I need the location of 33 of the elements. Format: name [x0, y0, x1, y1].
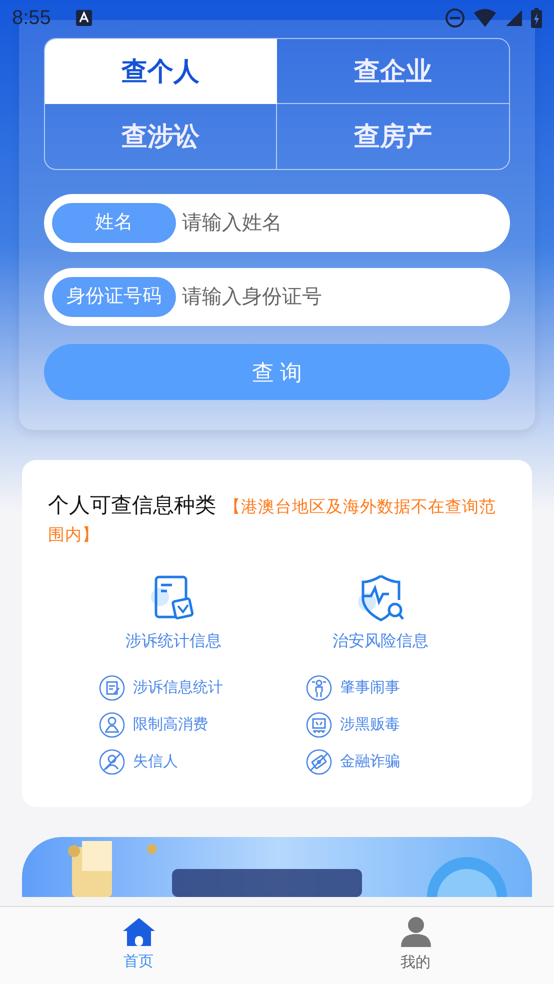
section-heading: 个人可查信息种类 【港澳台地区及海外数据不在查询范围内】: [48, 493, 497, 546]
banknote-crossed-icon: [306, 749, 332, 776]
info-item: 限制高消费: [133, 715, 208, 736]
category-label: 涉诉统计信息: [126, 632, 222, 652]
search-tab[interactable]: 查房产: [277, 104, 509, 169]
field-label: 姓名: [52, 203, 176, 243]
info-item: 涉诉信息统计: [133, 678, 223, 698]
info-item: 肇事闹事: [340, 678, 400, 698]
document-pen-icon: [99, 675, 125, 702]
input-field[interactable]: 身份证号码 请输入身份证号: [44, 268, 510, 326]
search-tab[interactable]: 查个人: [45, 39, 277, 104]
info-item: 金融诈骗: [340, 752, 400, 772]
do-not-disturb-icon: [445, 8, 465, 28]
text-input[interactable]: 请输入姓名: [176, 207, 502, 239]
home-icon: [122, 917, 156, 948]
input-field[interactable]: 姓名 请输入姓名: [44, 194, 510, 252]
person-icon: [400, 916, 432, 948]
nav-tab[interactable]: 首页: [78, 916, 198, 975]
clock-text: 8:55: [12, 6, 51, 31]
search-tab[interactable]: 查企业: [277, 39, 509, 104]
wifi-icon: [473, 8, 497, 28]
field-label: 身份证号码: [52, 277, 176, 317]
keyboard-icon: [74, 9, 93, 27]
battery-icon: [531, 8, 542, 28]
info-item: 涉黑贩毒: [340, 715, 400, 736]
info-item: 失信人: [133, 752, 178, 772]
category-label: 治安风险信息: [332, 632, 428, 652]
text-input[interactable]: 请输入身份证号: [176, 281, 502, 313]
search-button[interactable]: 查 询: [44, 344, 510, 400]
person-crossed-icon: [99, 749, 125, 776]
nav-tab[interactable]: 我的: [356, 915, 476, 976]
search-tab[interactable]: 查涉讼: [45, 104, 277, 169]
signal-icon: [505, 9, 523, 27]
